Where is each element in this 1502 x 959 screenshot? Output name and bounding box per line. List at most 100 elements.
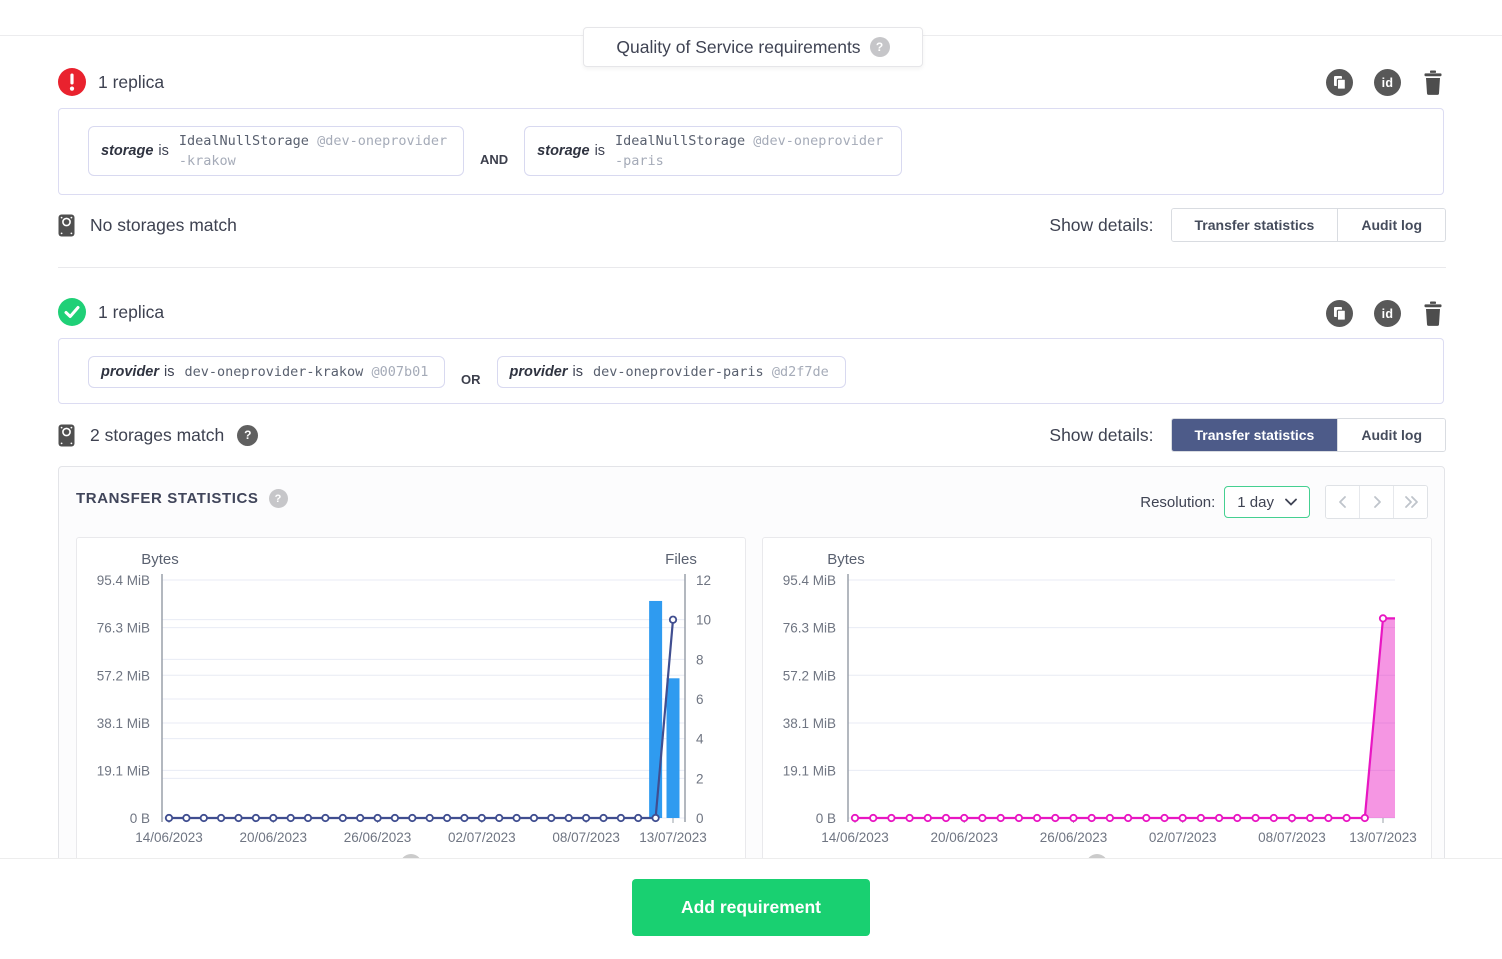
page-title: Quality of Service requirements — [616, 37, 860, 58]
copy-expression-button[interactable] — [1326, 69, 1353, 96]
qos-expression-operand[interactable]: provider is dev-oneprovider-paris @d2f7d… — [497, 356, 846, 388]
requirements-divider — [58, 267, 1446, 268]
resolution-label: Resolution: — [1140, 494, 1215, 511]
qos-expression-operand[interactable]: storage is IdealNullStorage @dev-oneprov… — [88, 126, 464, 176]
operand-verb: is — [573, 364, 583, 380]
svg-text:26/06/2023: 26/06/2023 — [1040, 830, 1108, 845]
svg-text:38.1 MiB: 38.1 MiB — [97, 716, 150, 731]
svg-text:08/07/2023: 08/07/2023 — [552, 830, 620, 845]
svg-text:13/07/2023: 13/07/2023 — [639, 830, 707, 845]
bytes-chart: 95.4 MiB76.3 MiB57.2 MiB38.1 MiB19.1 MiB… — [763, 538, 1431, 879]
time-navigation-group — [1325, 485, 1428, 519]
svg-text:10: 10 — [696, 613, 711, 628]
svg-text:02/07/2023: 02/07/2023 — [448, 830, 516, 845]
qos-expression-operand[interactable]: storage is IdealNullStorage @dev-oneprov… — [524, 126, 902, 176]
chevron-down-icon — [1285, 498, 1297, 506]
operand-value: IdealNullStorage — [179, 133, 309, 149]
storages-match-text: 2 storages match — [90, 425, 224, 446]
error-status-icon — [58, 68, 86, 96]
audit-log-tab[interactable]: Audit log — [1337, 419, 1445, 451]
resolution-value: 1 day — [1237, 494, 1274, 511]
bytes-files-chart: 95.4 MiB76.3 MiB57.2 MiB38.1 MiB19.1 MiB… — [77, 538, 745, 879]
operand-value: dev-oneprovider-krakow — [185, 364, 364, 380]
svg-text:76.3 MiB: 76.3 MiB — [97, 621, 150, 636]
copy-icon — [1332, 306, 1347, 321]
bytes-files-chart-svg: 95.4 MiB76.3 MiB57.2 MiB38.1 MiB19.1 MiB… — [77, 538, 745, 874]
next-interval-button[interactable] — [1359, 486, 1393, 518]
requirement-2-header: 1 replica — [58, 296, 164, 328]
trash-icon — [1422, 301, 1444, 326]
operand-verb: is — [164, 364, 174, 380]
add-requirement-button[interactable]: Add requirement — [632, 879, 870, 936]
svg-text:20/06/2023: 20/06/2023 — [930, 830, 998, 845]
help-icon[interactable]: ? — [870, 37, 890, 57]
trash-icon — [1422, 70, 1444, 95]
show-id-button[interactable]: id — [1374, 69, 1401, 96]
operand-annotation: @d2f7de — [772, 364, 829, 380]
requirement-1-actions: id — [1326, 69, 1444, 96]
svg-text:95.4 MiB: 95.4 MiB — [783, 573, 836, 588]
svg-text:19.1 MiB: 19.1 MiB — [783, 763, 836, 778]
newest-interval-button[interactable] — [1393, 486, 1427, 518]
replicas-count-label: 1 replica — [98, 302, 164, 323]
operand-keyword: storage — [537, 143, 589, 159]
storages-match-text: No storages match — [90, 215, 237, 236]
svg-text:14/06/2023: 14/06/2023 — [135, 830, 203, 845]
exclamation-icon — [58, 68, 86, 96]
check-icon — [58, 298, 86, 326]
details-tab-group: Transfer statistics Audit log — [1171, 208, 1447, 242]
svg-text:0 B: 0 B — [130, 811, 150, 826]
operand-value-text: dev-oneprovider-paris @d2f7de — [593, 362, 833, 382]
operand-value-text: dev-oneprovider-krakow @007b01 — [185, 362, 433, 382]
show-details-label: Show details: — [1049, 425, 1153, 446]
copy-expression-button[interactable] — [1326, 300, 1353, 327]
svg-text:26/06/2023: 26/06/2023 — [344, 830, 412, 845]
details-tab-group: Transfer statistics Audit log — [1171, 418, 1447, 452]
transfer-statistics-tab[interactable]: Transfer statistics — [1172, 209, 1338, 241]
operand-keyword: provider — [101, 364, 159, 380]
operand-keyword: storage — [101, 143, 153, 159]
chevron-left-icon — [1336, 495, 1350, 509]
previous-interval-button[interactable] — [1326, 486, 1359, 518]
svg-text:20/06/2023: 20/06/2023 — [239, 830, 307, 845]
svg-text:0 B: 0 B — [816, 811, 836, 826]
show-details-controls: Show details: Transfer statistics Audit … — [1049, 418, 1446, 452]
storages-match-status: 2 storages match ? — [58, 424, 258, 447]
chevron-double-right-icon — [1402, 495, 1420, 509]
delete-requirement-button[interactable] — [1422, 301, 1444, 326]
show-details-label: Show details: — [1049, 215, 1153, 236]
show-id-button[interactable]: id — [1374, 300, 1401, 327]
help-icon[interactable]: ? — [237, 425, 258, 446]
svg-text:13/07/2023: 13/07/2023 — [1349, 830, 1417, 845]
resolution-controls: Resolution: 1 day — [1140, 485, 1428, 519]
svg-text:Bytes: Bytes — [141, 551, 179, 568]
panel-title: TRANSFER STATISTICS — [76, 490, 259, 507]
operand-annotation: @007b01 — [371, 364, 428, 380]
resolution-select[interactable]: 1 day — [1224, 486, 1310, 518]
svg-text:02/07/2023: 02/07/2023 — [1149, 830, 1217, 845]
footer-bar: Add requirement — [0, 858, 1502, 959]
requirement-1-status-row: No storages match Show details: Transfer… — [58, 208, 1446, 242]
svg-text:08/07/2023: 08/07/2023 — [1258, 830, 1326, 845]
replicas-count-label: 1 replica — [98, 72, 164, 93]
svg-text:Bytes: Bytes — [827, 551, 865, 568]
requirement-1-header: 1 replica — [58, 66, 164, 98]
svg-text:6: 6 — [696, 692, 704, 707]
svg-text:57.2 MiB: 57.2 MiB — [783, 668, 836, 683]
operand-value: IdealNullStorage — [615, 133, 745, 149]
help-icon[interactable]: ? — [269, 489, 288, 508]
operand-value-text: IdealNullStorage @dev-oneprovider-paris — [615, 131, 889, 171]
qos-expression-operand[interactable]: provider is dev-oneprovider-krakow @007b… — [88, 356, 445, 388]
qos-expression-2: provider is dev-oneprovider-krakow @007b… — [58, 338, 1444, 404]
svg-text:2: 2 — [696, 771, 704, 786]
storage-icon — [58, 424, 75, 447]
operand-value-text: IdealNullStorage @dev-oneprovider-krakow — [179, 131, 451, 171]
qos-expression-1: storage is IdealNullStorage @dev-oneprov… — [58, 108, 1444, 195]
storage-icon — [58, 214, 75, 237]
transfer-statistics-tab[interactable]: Transfer statistics — [1172, 419, 1338, 451]
chevron-right-icon — [1370, 495, 1384, 509]
delete-requirement-button[interactable] — [1422, 70, 1444, 95]
audit-log-tab[interactable]: Audit log — [1337, 209, 1445, 241]
svg-text:12: 12 — [696, 573, 711, 588]
show-details-controls: Show details: Transfer statistics Audit … — [1049, 208, 1446, 242]
